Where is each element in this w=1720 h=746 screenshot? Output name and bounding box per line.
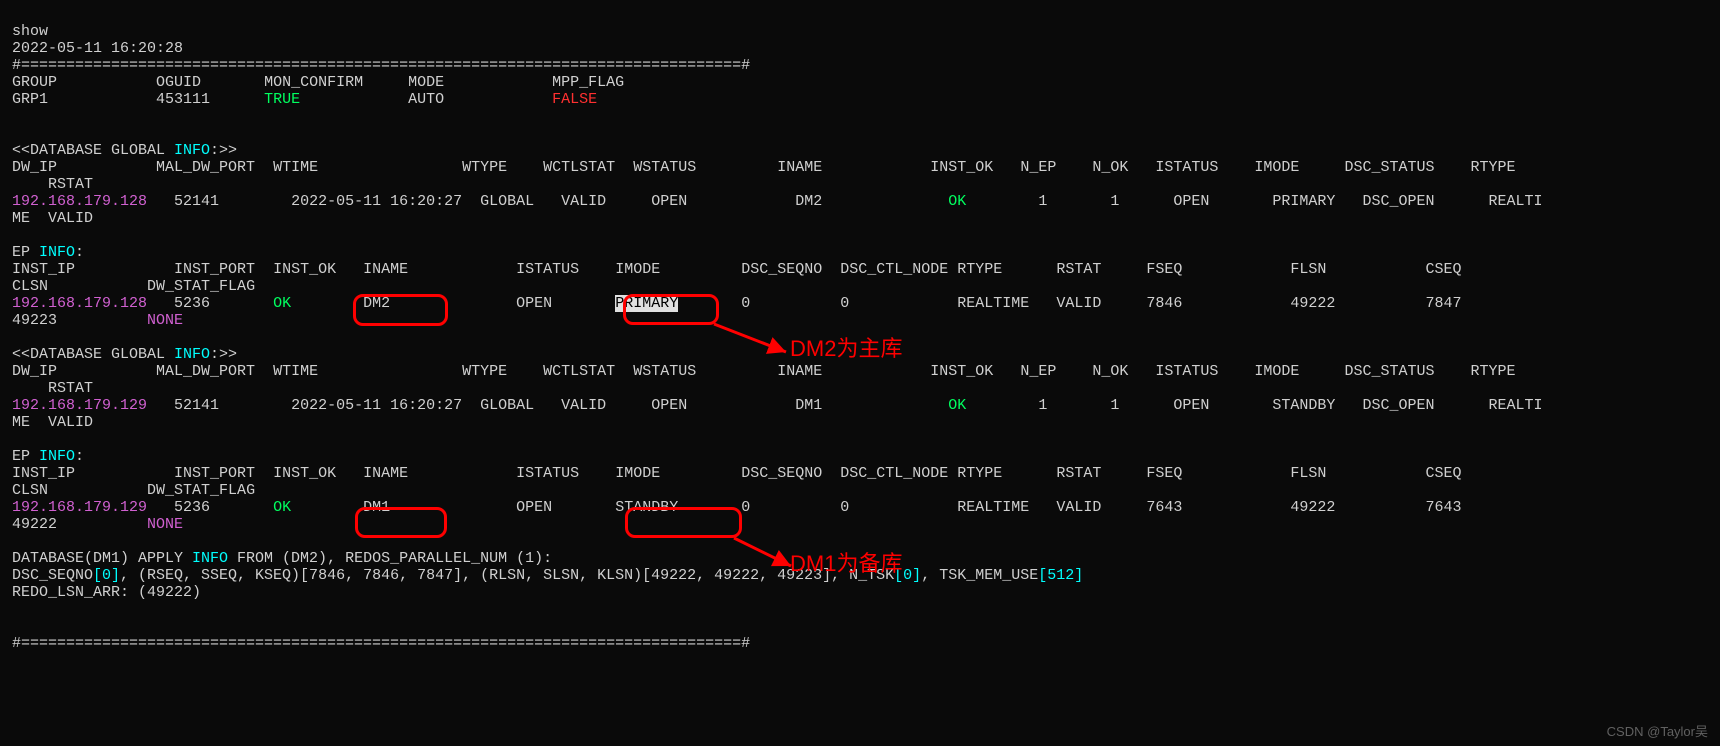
group-header: GROUP OGUID MON_CONFIRM MODE MPP_FLAG xyxy=(12,74,624,91)
redo-line: REDO_LSN_ARR: (49222) xyxy=(12,584,201,601)
ep-header-1: INST_IP INST_PORT INST_OK INAME ISTATUS … xyxy=(12,261,1461,295)
apply-line: DATABASE(DM1) APPLY INFO FROM (DM2), RED… xyxy=(12,550,552,567)
watermark: CSDN @Taylor吴 xyxy=(1607,723,1708,740)
timestamp: 2022-05-11 16:20:28 xyxy=(12,40,183,57)
ep2-row: 192.168.179.129 5236 OK DM1 OPEN STANDBY… xyxy=(12,499,1461,533)
dsc-line: DSC_SEQNO[0], (RSEQ, SSEQ, KSEQ)[7846, 7… xyxy=(12,567,1083,584)
rule-line-bottom: #=======================================… xyxy=(12,635,750,652)
ep1-title: EP INFO: xyxy=(12,244,84,261)
dbg1-title: <<DATABASE GLOBAL INFO:>> xyxy=(12,142,237,159)
dw1-row: 192.168.179.128 52141 2022-05-11 16:20:2… xyxy=(12,193,1542,227)
dw-header-2: DW_IP MAL_DW_PORT WTIME WTYPE WCTLSTAT W… xyxy=(12,363,1515,397)
group-row: GRP1 453111 TRUE AUTO FALSE xyxy=(12,91,597,108)
rule-line-top: #=======================================… xyxy=(12,57,750,74)
cmd-line: show xyxy=(12,23,48,40)
terminal-output: show 2022-05-11 16:20:28 #==============… xyxy=(0,0,1720,658)
ep2-title: EP INFO: xyxy=(12,448,84,465)
dbg2-title: <<DATABASE GLOBAL INFO:>> xyxy=(12,346,237,363)
ep-header-2: INST_IP INST_PORT INST_OK INAME ISTATUS … xyxy=(12,465,1461,499)
dw2-row: 192.168.179.129 52141 2022-05-11 16:20:2… xyxy=(12,397,1542,431)
ep1-row: 192.168.179.128 5236 OK DM2 OPEN PRIMARY… xyxy=(12,295,1461,329)
dw-header: DW_IP MAL_DW_PORT WTIME WTYPE WCTLSTAT W… xyxy=(12,159,1515,193)
